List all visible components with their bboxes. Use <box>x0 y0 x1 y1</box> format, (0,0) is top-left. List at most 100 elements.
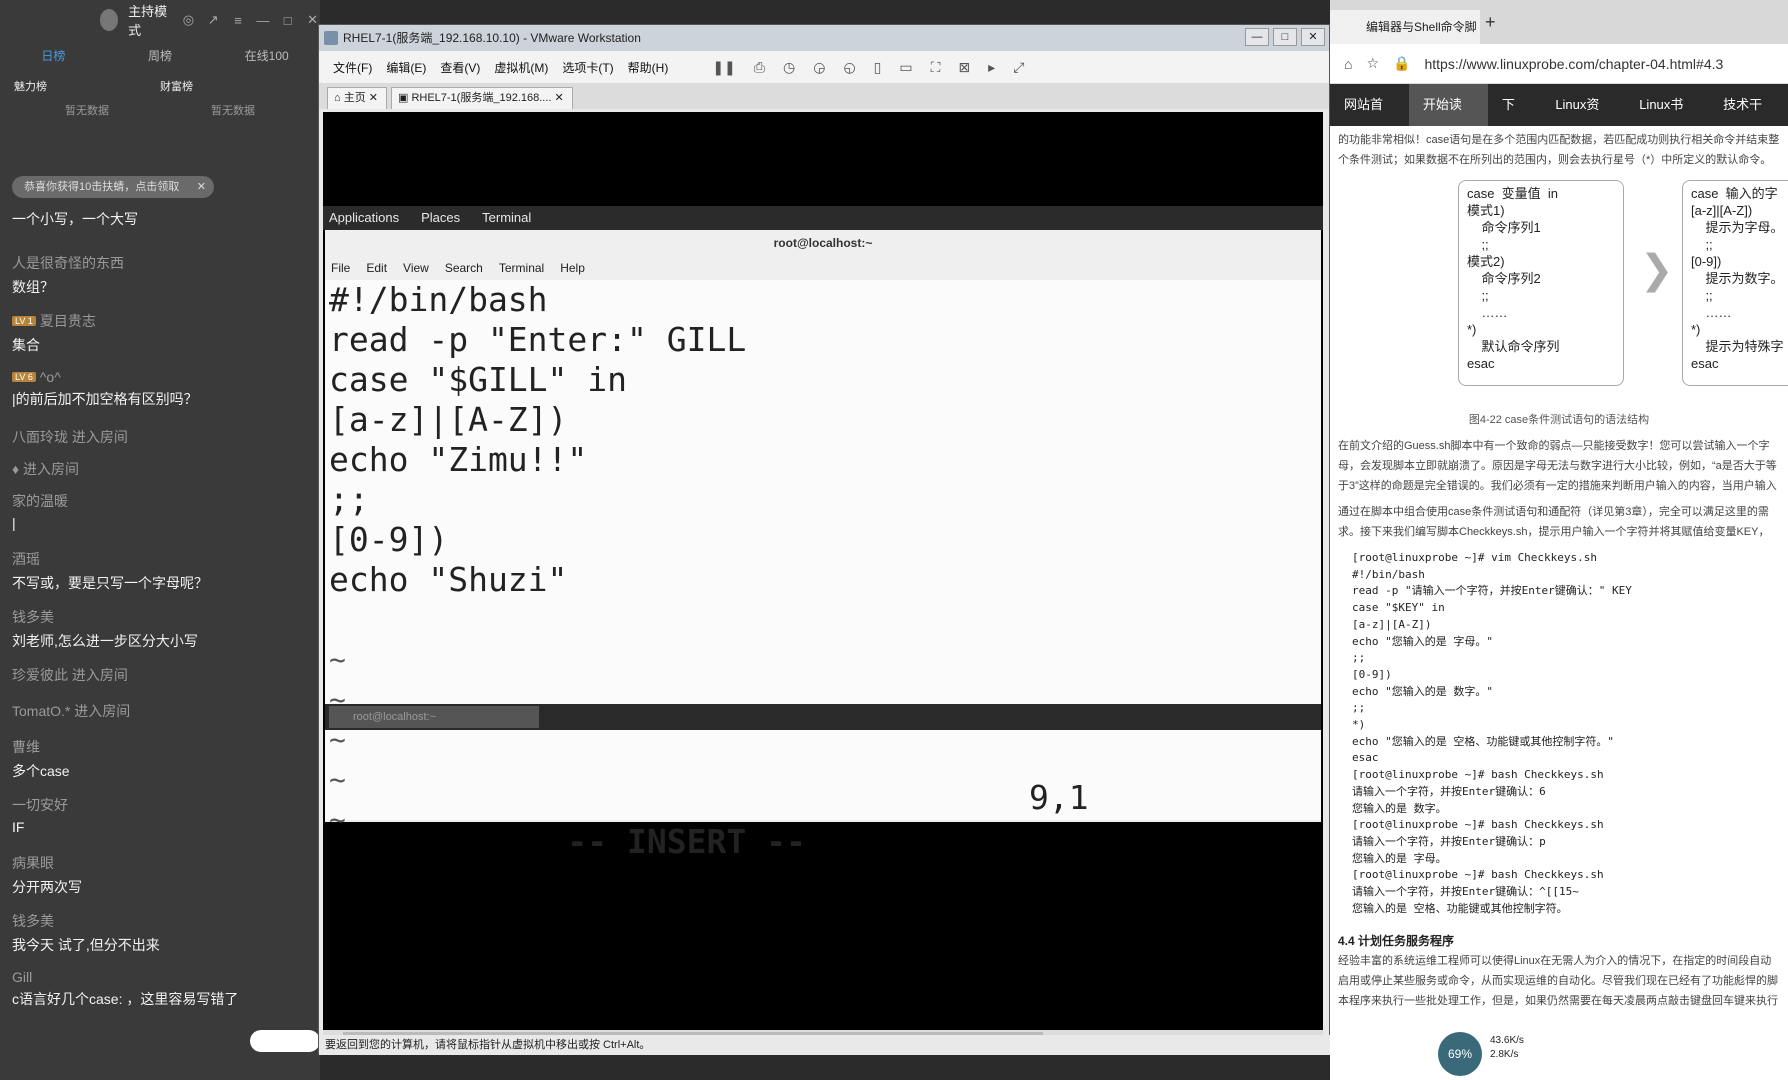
sender-name: 钱多美 <box>12 913 54 929</box>
thumbnail-icon[interactable]: ▭ <box>899 59 912 76</box>
message-text: | <box>12 515 16 531</box>
url-field[interactable]: https://www.linuxprobe.com/chapter-04.ht… <box>1424 56 1723 72</box>
nav-books[interactable]: Linux书籍 <box>1625 84 1709 154</box>
nav-read[interactable]: 开始读书 <box>1408 84 1488 154</box>
console-icon[interactable]: ▸ <box>988 59 995 76</box>
chat-message: 钱多美 我今天 试了,但分不出来 <box>12 911 312 969</box>
figure-caption: 图4-22 case条件测试语句的语法结构 <box>1468 414 1650 426</box>
fullscreen-icon[interactable]: ⛶ <box>931 59 941 76</box>
menu-terminal[interactable]: Terminal <box>499 256 544 280</box>
close-icon[interactable]: ✕ <box>197 176 206 198</box>
message-text: 数组？ <box>12 279 54 295</box>
code-line: ;; <box>329 480 369 519</box>
menu-tabs[interactable]: 选项卡(T) <box>562 59 613 76</box>
nav-news[interactable]: Linux资讯 <box>1541 84 1625 154</box>
menu-file[interactable]: 文件(F) <box>333 59 372 76</box>
unity-icon[interactable]: ⊠ <box>958 59 970 76</box>
chat-message: TomatO.* 进入房间 <box>12 701 312 737</box>
code-line: [root@linuxprobe ~]# bash Checkkeys.sh <box>1352 868 1604 882</box>
code-block: [root@linuxprobe ~]# vim Checkkeys.sh #!/… <box>1338 550 1780 917</box>
code-line: case "$GILL" in <box>329 360 628 399</box>
minimize-button[interactable]: — <box>1245 28 1269 46</box>
menu-help[interactable]: Help <box>560 256 585 280</box>
syntax-line: esac <box>1691 356 1719 371</box>
gnome-taskbar: root@localhost:~ <box>325 704 1321 730</box>
code-line: [root@linuxprobe ~]# vim Checkkeys.sh <box>1352 551 1598 564</box>
tab-online[interactable]: 在线100 <box>213 47 320 64</box>
terminal-window: root@localhost:~ File Edit View Search T… <box>325 230 1321 861</box>
tab-daily[interactable]: 日榜 <box>0 47 107 64</box>
download-speed: 2.8K/s <box>1490 1049 1519 1060</box>
terminal-title: root@localhost:~ <box>773 236 873 250</box>
vim-editor[interactable]: #!/bin/bash read -p "Enter:" GILL case "… <box>325 280 1321 861</box>
nav-download[interactable]: 下载 <box>1488 84 1541 154</box>
sender-name: 酒瑶 <box>12 551 40 567</box>
menu-icon[interactable]: ≡ <box>231 13 246 28</box>
terminal-app[interactable]: Terminal <box>482 206 531 230</box>
maximize-button[interactable]: □ <box>1273 28 1297 46</box>
browser-tab[interactable]: 编辑器与Shell命令脚 <box>1330 10 1480 44</box>
rank-lists: 魅力榜 暂无数据 财富榜 暂无数据 <box>0 70 320 118</box>
sender-name: Gill <box>12 969 33 985</box>
stretch-icon[interactable]: ⤢ <box>1013 59 1024 76</box>
menu-view[interactable]: View <box>403 256 429 280</box>
notice-text: 恭喜你获得10击扶蜻，点击领取 <box>24 181 180 193</box>
send-keys-icon[interactable]: ⎙ <box>754 59 765 76</box>
maximize-icon[interactable]: □ <box>280 13 295 28</box>
tab-label: 主页 <box>343 92 366 104</box>
syntax-line: ;; <box>1691 288 1713 303</box>
syntax-line: 模式1) <box>1467 203 1505 218</box>
menu-view[interactable]: 查看(V) <box>440 59 480 76</box>
applications-menu[interactable]: Applications <box>329 206 399 230</box>
sender-name: 人是很奇怪的东西 <box>12 255 124 271</box>
sender-name: 一切安好 <box>12 797 68 813</box>
code-line: [0-9]) <box>1352 667 1392 681</box>
menu-search[interactable]: Search <box>445 256 483 280</box>
enter-notice: 八面玲珑 进入房间 <box>12 429 128 445</box>
menu-edit[interactable]: Edit <box>366 256 387 280</box>
menu-edit[interactable]: 编辑(E) <box>386 59 426 76</box>
settings-icon[interactable]: ◎ <box>181 12 196 28</box>
star-icon[interactable]: ☆ <box>1366 55 1379 72</box>
tab-weekly[interactable]: 周榜 <box>107 47 214 64</box>
library-icon[interactable]: ▯ <box>874 59 882 76</box>
tab-home[interactable]: ⌂ 主页 ✕ <box>327 87 387 109</box>
places-menu[interactable]: Places <box>421 206 460 230</box>
browser-window: 编辑器与Shell命令脚 + ⌂ ☆ 🔒 https://www.linuxpr… <box>1330 0 1788 1080</box>
message-text: 集合 <box>12 337 40 353</box>
vm-menubar: 文件(F) 编辑(E) 查看(V) 虚拟机(M) 选项卡(T) 帮助(H) ❚❚… <box>319 51 1329 83</box>
pause-icon[interactable]: ❚❚ <box>712 59 735 76</box>
revert-snapshot-icon[interactable]: ◶ <box>813 59 825 76</box>
minimize-icon[interactable]: — <box>255 13 270 28</box>
syntax-line: ;; <box>1691 237 1713 252</box>
code-line: echo "您输入的是 数字。" <box>1352 684 1493 698</box>
vm-title: RHEL7-1(服务端_192.168.10.10) - VMware Work… <box>343 31 641 45</box>
code-line: echo "Shuzi" <box>329 560 568 599</box>
home-icon[interactable]: ⌂ <box>1344 56 1352 72</box>
guest-display[interactable]: Applications Places Terminal root@localh… <box>323 112 1323 1030</box>
close-button[interactable]: ✕ <box>1301 28 1325 46</box>
menu-file[interactable]: File <box>331 256 350 280</box>
menu-help[interactable]: 帮助(H) <box>628 59 669 76</box>
nav-tech[interactable]: 技术干货 <box>1709 84 1788 154</box>
reward-notice[interactable]: 恭喜你获得10击扶蜻，点击领取 ✕ <box>12 176 214 198</box>
message-text: 不写或，要是只写一个字母呢？ <box>12 575 208 591</box>
syntax-box-generic: case 变量值 in 模式1) 命令序列1 ;; 模式2) 命令序列2 ;; ……… <box>1458 180 1624 386</box>
host-avatar[interactable] <box>100 9 119 31</box>
sender-name: 钱多美 <box>12 609 54 625</box>
tab-rhel[interactable]: ▣ RHEL7-1(服务端_192.168.... ✕ <box>390 87 573 109</box>
nav-home[interactable]: 网站首页 <box>1330 84 1409 154</box>
upload-speed: 43.6K/s <box>1490 1035 1524 1046</box>
snapshot-manager-icon[interactable]: ◵ <box>843 59 855 76</box>
snapshot-icon[interactable]: ◷ <box>783 59 795 76</box>
article-paragraph: 在前文介绍的Guess.sh脚本中有一个致命的弱点—只能接受数字！您可以尝试输入… <box>1338 440 1777 492</box>
chat-input[interactable] <box>250 1030 320 1052</box>
popout-icon[interactable]: ↗ <box>206 12 221 28</box>
menu-vm[interactable]: 虚拟机(M) <box>494 59 548 76</box>
level-badge: LV 6 <box>12 372 36 382</box>
taskbar-terminal[interactable]: root@localhost:~ <box>329 706 539 728</box>
new-tab-icon[interactable]: + <box>1485 12 1496 33</box>
enter-notice: ♦ 进入房间 <box>12 461 80 477</box>
rank-title: 魅力榜 <box>14 81 47 93</box>
syntax-box-example: case 输入的字 [a-z]|[A-Z]) 提示为字母。 ;; [0-9]) 提示… <box>1682 180 1788 386</box>
